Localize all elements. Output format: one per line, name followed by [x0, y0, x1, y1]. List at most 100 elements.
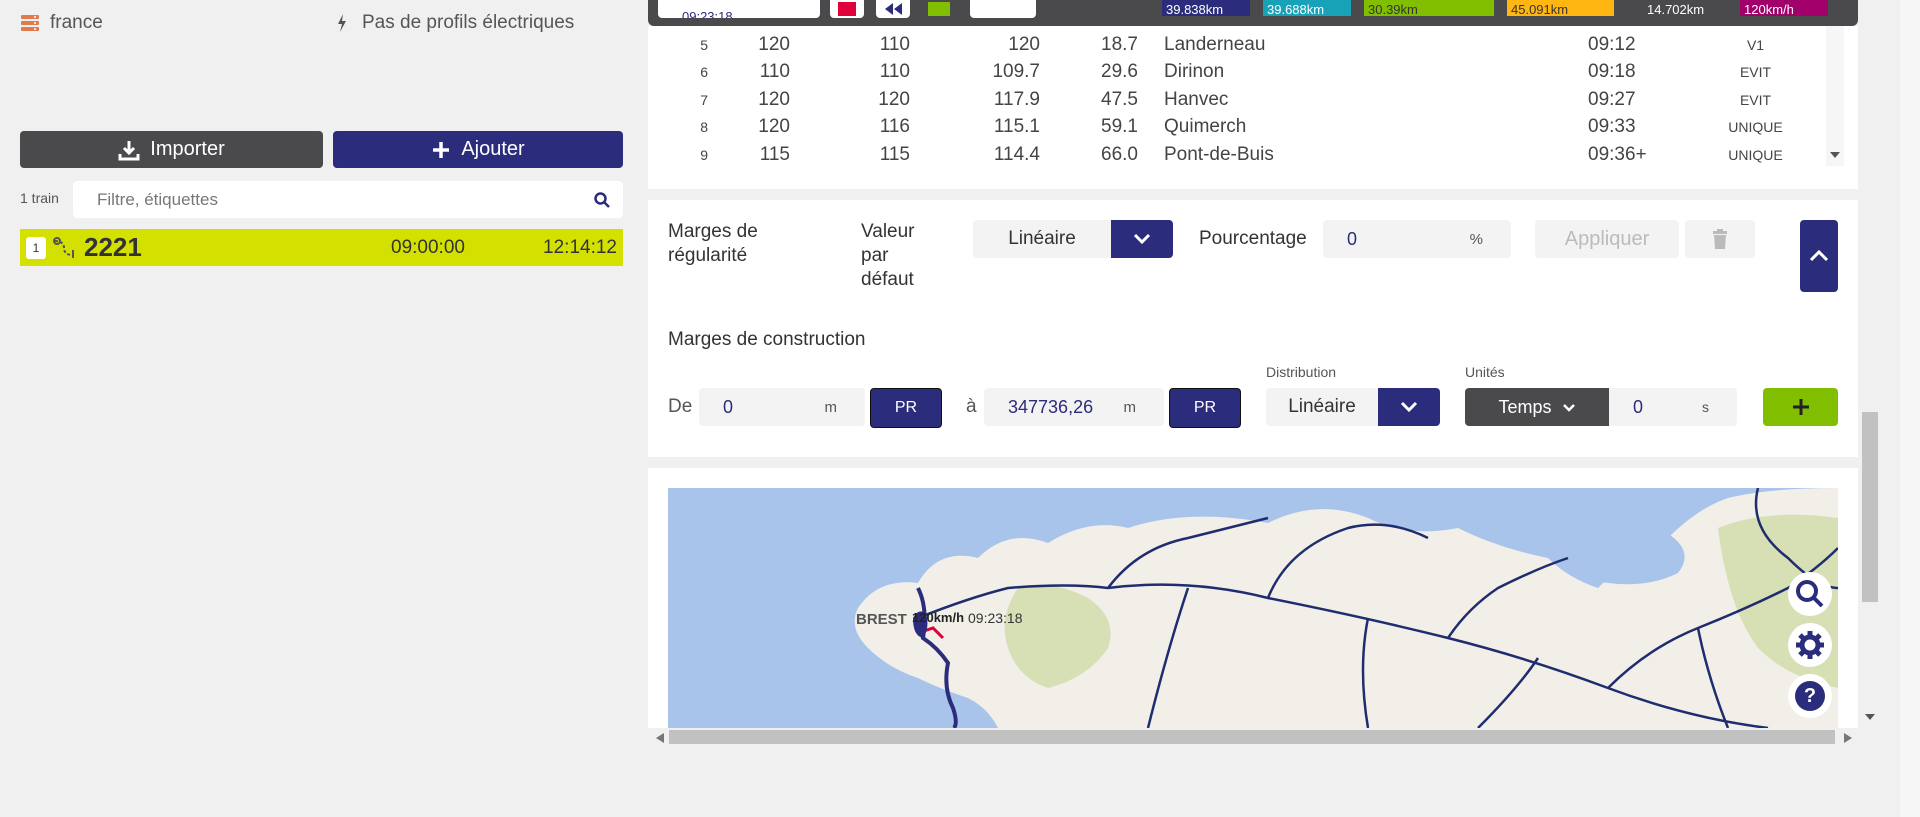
pr-label: PR: [1193, 399, 1217, 416]
plus-icon: [433, 141, 450, 158]
units-value: Temps: [1498, 396, 1552, 417]
chevron-down-icon: [1378, 388, 1440, 426]
timetable-cell-time: 09:33: [1588, 116, 1636, 138]
timetable-cell-b: 110: [879, 33, 910, 55]
left-panel: france Pas de profils électriques Import…: [0, 0, 640, 817]
timetable-cell-b: 115: [879, 143, 910, 165]
infra-selector[interactable]: france: [20, 12, 103, 34]
timetable-row[interactable]: 6 110 110 109.7 29.6 Dirinon 09:18 EVIT: [648, 59, 1813, 87]
timetable-card: 5 120 110 120 18.7 Landerneau 09:12 V1 6 110 110 10…: [648, 26, 1858, 189]
distribution-label: Distribution: [1266, 364, 1337, 380]
collapse-button[interactable]: [1800, 220, 1838, 292]
percentage-unit: %: [1469, 230, 1483, 248]
timetable-cell-d: 59.1: [1101, 116, 1138, 138]
rewind-button[interactable]: [876, 0, 910, 18]
timetable-row[interactable]: 9 115 115 114.4 66.0 Pont-de-Buis 09:36+ UNIQUE: [648, 141, 1813, 169]
timetable-row[interactable]: 5 120 110 120 18.7 Landerneau 09:12 V1: [648, 31, 1813, 59]
percentage-input[interactable]: 0 %: [1323, 220, 1511, 258]
timetable-cell-a: 110: [759, 61, 790, 83]
database-icon: [21, 15, 39, 31]
simulation-toolbar: 09:23:18 39.838km 39.688km 30.39km 45.09…: [648, 0, 1858, 26]
badge-distance-5: 14.702km: [1627, 0, 1727, 16]
vertical-scroll-thumb[interactable]: [1862, 412, 1878, 602]
search-icon: [594, 191, 610, 208]
distribution-value: Linéaire: [1266, 388, 1378, 426]
horizontal-scroll-thumb[interactable]: [669, 730, 1835, 744]
timetable-cell-c: 120: [1008, 33, 1040, 55]
measure-badges: 39.838km 39.688km 30.39km 45.091km 14.70…: [1162, 0, 1828, 16]
rewind-icon: [885, 3, 902, 15]
train-start-time: 09:00:00: [391, 236, 465, 258]
add-button[interactable]: Ajouter: [333, 131, 623, 168]
search-icon: [1796, 580, 1824, 608]
distribution-select[interactable]: Linéaire: [1266, 388, 1440, 426]
to-unit: m: [1123, 398, 1137, 416]
from-input[interactable]: 0 m: [699, 388, 865, 426]
speed-selector[interactable]: [970, 0, 1036, 18]
map-view[interactable]: BREST 120km/h 09:23:18 ?: [668, 488, 1838, 728]
gear-icon: [1796, 631, 1824, 659]
timetable-cell-n: 7: [700, 91, 708, 108]
to-input[interactable]: 347736,26 m: [984, 388, 1164, 426]
from-value: 0: [723, 396, 734, 417]
badge-distance-1: 39.838km: [1162, 0, 1250, 16]
default-value-label: Valeur par défaut: [861, 221, 915, 290]
from-pr-button[interactable]: PR: [870, 388, 942, 428]
timetable-cell-type: EVIT: [1739, 64, 1772, 81]
timetable-row[interactable]: 8 120 116 115.1 59.1 Quimerch 09:33 UNIQUE: [648, 114, 1813, 142]
scroll-down-icon: [1830, 152, 1840, 158]
timetable-cell-time: 09:27: [1588, 88, 1636, 110]
margins-card: Marges de régularité Valeur par défaut L…: [648, 200, 1858, 457]
play-button[interactable]: [922, 0, 956, 18]
timetable-cell-name: Landerneau: [1164, 33, 1266, 55]
chevron-down-icon: [1562, 403, 1575, 412]
add-label: Ajouter: [461, 138, 525, 160]
badge-text: 120km/h: [1744, 2, 1794, 17]
badge-text: 30.39km: [1368, 2, 1418, 17]
map-settings-button[interactable]: [1788, 623, 1832, 667]
train-row[interactable]: 1 2221 09:00:00 12:14:12: [20, 229, 623, 266]
timetable-scrollbar[interactable]: [1826, 26, 1844, 166]
units-select[interactable]: Temps: [1465, 388, 1609, 426]
vertical-scrollbar[interactable]: [1860, 0, 1880, 748]
timetable-cell-n: 5: [700, 36, 708, 53]
regularity-mode-select[interactable]: Linéaire: [973, 220, 1173, 258]
apply-label: Appliquer: [1564, 227, 1650, 250]
to-pr-button[interactable]: PR: [1169, 388, 1241, 428]
timetable-cell-a: 120: [758, 116, 790, 138]
badge-text: 39.838km: [1166, 2, 1224, 17]
timetable-cell-name: Dirinon: [1164, 61, 1225, 83]
time-value: 09:23:18: [682, 9, 733, 18]
map-help-button[interactable]: ?: [1788, 674, 1832, 718]
map-search-button[interactable]: [1788, 572, 1832, 616]
import-button[interactable]: Importer: [20, 131, 323, 168]
timetable-row[interactable]: 7 120 120 117.9 47.5 Hanvec 09:27 EVIT: [648, 86, 1813, 114]
timetable-cell-name: Quimerch: [1164, 116, 1247, 138]
to-value: 347736,26: [1008, 396, 1094, 417]
timetable-cell-n: 6: [700, 64, 708, 81]
trash-icon: [1713, 229, 1727, 249]
units-suffix: s: [1702, 399, 1709, 415]
delete-button[interactable]: [1685, 220, 1755, 258]
timetable-cell-c: 114.4: [993, 143, 1040, 165]
stop-button[interactable]: [830, 0, 864, 18]
timetable-cell-c: 115.1: [993, 116, 1040, 138]
timetable-cell-c: 117.9: [993, 88, 1040, 110]
from-unit: m: [824, 398, 838, 416]
filter-placeholder: Filtre, étiquettes: [97, 189, 218, 209]
horizontal-scrollbar[interactable]: [648, 728, 1880, 748]
badge-distance-4: 45.091km: [1507, 0, 1614, 16]
scroll-left-icon: [656, 733, 664, 743]
timetable-cell-type: EVIT: [1739, 91, 1772, 108]
electric-profile-selector[interactable]: Pas de profils électriques: [336, 12, 574, 34]
map-canvas: [854, 488, 1838, 728]
units-amount-input[interactable]: 0 s: [1609, 388, 1737, 426]
time-input[interactable]: 09:23:18: [658, 0, 820, 18]
train-index: 1: [26, 236, 46, 259]
apply-button[interactable]: Appliquer: [1535, 220, 1679, 258]
filter-input[interactable]: Filtre, étiquettes: [73, 181, 623, 218]
map-time-label: 09:23:18: [968, 610, 1023, 626]
timetable-cell-a: 120: [758, 33, 790, 55]
add-margin-button[interactable]: [1763, 388, 1838, 426]
units-label: Unités: [1465, 364, 1505, 380]
